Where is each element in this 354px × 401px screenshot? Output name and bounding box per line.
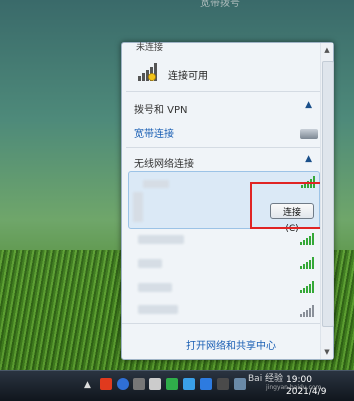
cloud-icon[interactable]	[183, 378, 195, 390]
modem-icon	[300, 129, 318, 139]
signal-available-icon	[138, 63, 157, 81]
highlight-box	[250, 182, 324, 229]
ssid-redacted	[143, 180, 169, 188]
app-icon[interactable]	[217, 378, 229, 390]
divider	[126, 91, 320, 92]
ssid-redacted	[138, 259, 162, 268]
show-hidden-icons-chevron-icon[interactable]: ▲	[84, 380, 91, 390]
scrollbar[interactable]: ▲ ▼	[320, 43, 334, 359]
baidu-watermark: Bai 经验	[248, 374, 284, 384]
wireless-section-label: 无线网络连接	[134, 159, 194, 170]
wifi-network-item[interactable]	[128, 253, 318, 275]
ssid-redacted	[138, 305, 178, 314]
broadband-connection-item[interactable]: 宽带连接	[134, 125, 174, 140]
wifi-signal-icon	[300, 257, 314, 269]
scroll-down-icon[interactable]: ▼	[323, 347, 331, 357]
dialup-vpn-section[interactable]: 拨号和 VPN ▲	[122, 95, 320, 119]
flyout-footer: 打开网络和共享中心	[122, 323, 320, 360]
current-connection: 未连接 连接可用	[128, 43, 318, 87]
divider	[126, 147, 320, 148]
scroll-thumb[interactable]	[322, 61, 334, 327]
wifi-network-item[interactable]	[128, 229, 318, 251]
collapse-chevron-icon[interactable]: ▲	[305, 100, 312, 110]
wireless-section[interactable]: 无线网络连接 ▲	[122, 149, 320, 173]
dialup-vpn-label: 拨号和 VPN	[134, 105, 188, 116]
wifi-signal-icon	[300, 233, 314, 245]
wifi-network-item[interactable]	[128, 277, 318, 299]
ssid-redacted	[133, 192, 143, 222]
ssid-redacted	[138, 235, 184, 244]
wifi-signal-icon	[300, 305, 314, 317]
connection-status: 连接可用	[168, 71, 208, 82]
shield-icon[interactable]	[200, 378, 212, 390]
network-icon[interactable]	[234, 378, 246, 390]
desktop-title: 宽带拨号	[200, 0, 240, 9]
network-flyout: 未连接 连接可用 拨号和 VPN ▲ 宽带连接 无线网络连接 ▲ 连接(C) 打…	[121, 42, 334, 360]
sogou-input-icon[interactable]	[100, 378, 112, 390]
ime-icon[interactable]	[133, 378, 145, 390]
scroll-up-icon[interactable]: ▲	[323, 45, 331, 55]
help-icon[interactable]	[117, 378, 129, 390]
network-warning-icon[interactable]	[149, 378, 161, 390]
wifi-network-item[interactable]	[128, 301, 318, 321]
wifi-signal-icon	[300, 281, 314, 293]
current-status-label: 未连接	[136, 43, 164, 53]
collapse-chevron-icon[interactable]: ▲	[305, 154, 312, 164]
open-network-center-link[interactable]: 打开网络和共享中心	[186, 337, 276, 352]
baidu-watermark-url: jingyan.baidu.com	[266, 384, 322, 391]
wechat-icon[interactable]	[166, 378, 178, 390]
ssid-redacted	[138, 283, 172, 292]
